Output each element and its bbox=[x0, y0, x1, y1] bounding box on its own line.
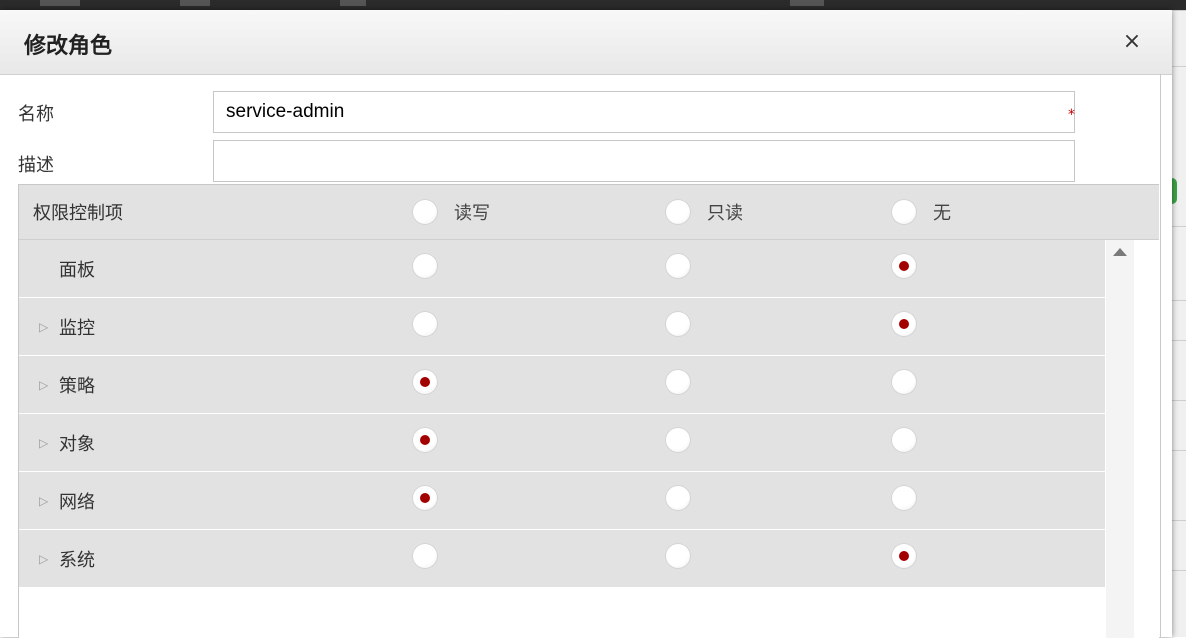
description-label: 描述 bbox=[18, 155, 54, 176]
option-label-read-only: 只读 bbox=[707, 203, 743, 224]
dialog-header: 修改角色 × bbox=[0, 10, 1172, 75]
permission-row-label: 策略 bbox=[59, 376, 95, 397]
permission-row-label-group: ▷ 网络 bbox=[39, 488, 95, 514]
permission-row: ▷ 策略 bbox=[19, 356, 1105, 414]
permission-radio[interactable] bbox=[891, 543, 917, 569]
description-input[interactable] bbox=[213, 140, 1075, 182]
permissions-panel: 权限控制项 读写 只读 无 ▷面板 ▷ 监控 ▷ 策略 ▷ 对象 ▷ 网络 ▷ 系统 bbox=[18, 184, 1159, 638]
permission-radio[interactable] bbox=[412, 543, 438, 569]
permission-radio[interactable] bbox=[891, 311, 917, 337]
background-panel-edge bbox=[1172, 10, 1186, 637]
expand-arrow-icon[interactable]: ▷ bbox=[39, 494, 53, 508]
background-toolbar bbox=[0, 0, 1186, 10]
expand-arrow-icon[interactable]: ▷ bbox=[39, 378, 53, 392]
permission-row: ▷ 系统 bbox=[19, 530, 1105, 588]
permission-row-label-group: ▷面板 bbox=[39, 256, 95, 282]
permission-radio[interactable] bbox=[412, 311, 438, 337]
permission-radio[interactable] bbox=[891, 369, 917, 395]
permissions-header: 权限控制项 读写 只读 无 bbox=[19, 185, 1159, 240]
permission-row: ▷ 监控 bbox=[19, 298, 1105, 356]
permission-row-label: 面板 bbox=[59, 260, 95, 281]
radio-button[interactable] bbox=[665, 199, 691, 225]
permission-radio[interactable] bbox=[412, 485, 438, 511]
required-mark: * bbox=[1068, 107, 1075, 123]
permission-radio[interactable] bbox=[665, 485, 691, 511]
expand-arrow-icon[interactable]: ▷ bbox=[39, 320, 53, 334]
set-all-none[interactable]: 无 bbox=[891, 197, 951, 227]
permission-radio[interactable] bbox=[665, 369, 691, 395]
permission-radio[interactable] bbox=[665, 543, 691, 569]
permission-radio[interactable] bbox=[891, 253, 917, 279]
permissions-header-label: 权限控制项 bbox=[33, 203, 123, 224]
permission-row-label-group: ▷ 对象 bbox=[39, 430, 95, 456]
permission-radio[interactable] bbox=[891, 427, 917, 453]
permission-radio[interactable] bbox=[665, 253, 691, 279]
name-label: 名称 bbox=[18, 104, 54, 125]
permission-radio[interactable] bbox=[412, 253, 438, 279]
radio-button[interactable] bbox=[891, 199, 917, 225]
permission-row-label: 网络 bbox=[59, 492, 95, 513]
permission-radio[interactable] bbox=[412, 427, 438, 453]
option-label-read-write: 读写 bbox=[454, 203, 490, 224]
expand-arrow-icon[interactable]: ▷ bbox=[39, 552, 53, 566]
background-status-icon bbox=[1172, 178, 1177, 204]
set-all-read-only[interactable]: 只读 bbox=[665, 197, 743, 227]
permission-row-label: 监控 bbox=[59, 318, 95, 339]
permission-row: ▷ 对象 bbox=[19, 414, 1105, 472]
permission-radio[interactable] bbox=[412, 369, 438, 395]
permissions-list: ▷面板 ▷ 监控 ▷ 策略 ▷ 对象 ▷ 网络 ▷ 系统 bbox=[19, 240, 1105, 588]
permission-row-label-group: ▷ 系统 bbox=[39, 546, 95, 572]
permission-row-label: 对象 bbox=[59, 434, 95, 455]
option-label-none: 无 bbox=[933, 203, 951, 224]
close-icon[interactable]: × bbox=[1118, 28, 1146, 56]
set-all-read-write[interactable]: 读写 bbox=[412, 197, 490, 227]
permission-row: ▷ 网络 bbox=[19, 472, 1105, 530]
permission-row-label-group: ▷ 策略 bbox=[39, 372, 95, 398]
expand-arrow-icon[interactable]: ▷ bbox=[39, 436, 53, 450]
permission-row: ▷面板 bbox=[19, 240, 1105, 298]
dialog-body: 名称 * 描述 权限控制项 读写 只读 无 ▷面板▷监控 bbox=[0, 74, 1161, 638]
permission-row-label-group: ▷ 监控 bbox=[39, 314, 95, 340]
name-input[interactable] bbox=[213, 91, 1075, 133]
dialog-title: 修改角色 bbox=[24, 34, 113, 59]
permission-radio[interactable] bbox=[665, 427, 691, 453]
scroll-up-icon[interactable] bbox=[1113, 248, 1127, 256]
permission-radio[interactable] bbox=[665, 311, 691, 337]
radio-button[interactable] bbox=[412, 199, 438, 225]
permission-row-label: 系统 bbox=[59, 550, 95, 571]
permission-radio[interactable] bbox=[891, 485, 917, 511]
edit-role-dialog: 修改角色 × 名称 * 描述 权限控制项 读写 只读 无 bbox=[0, 10, 1172, 638]
scrollbar[interactable] bbox=[1106, 240, 1134, 638]
